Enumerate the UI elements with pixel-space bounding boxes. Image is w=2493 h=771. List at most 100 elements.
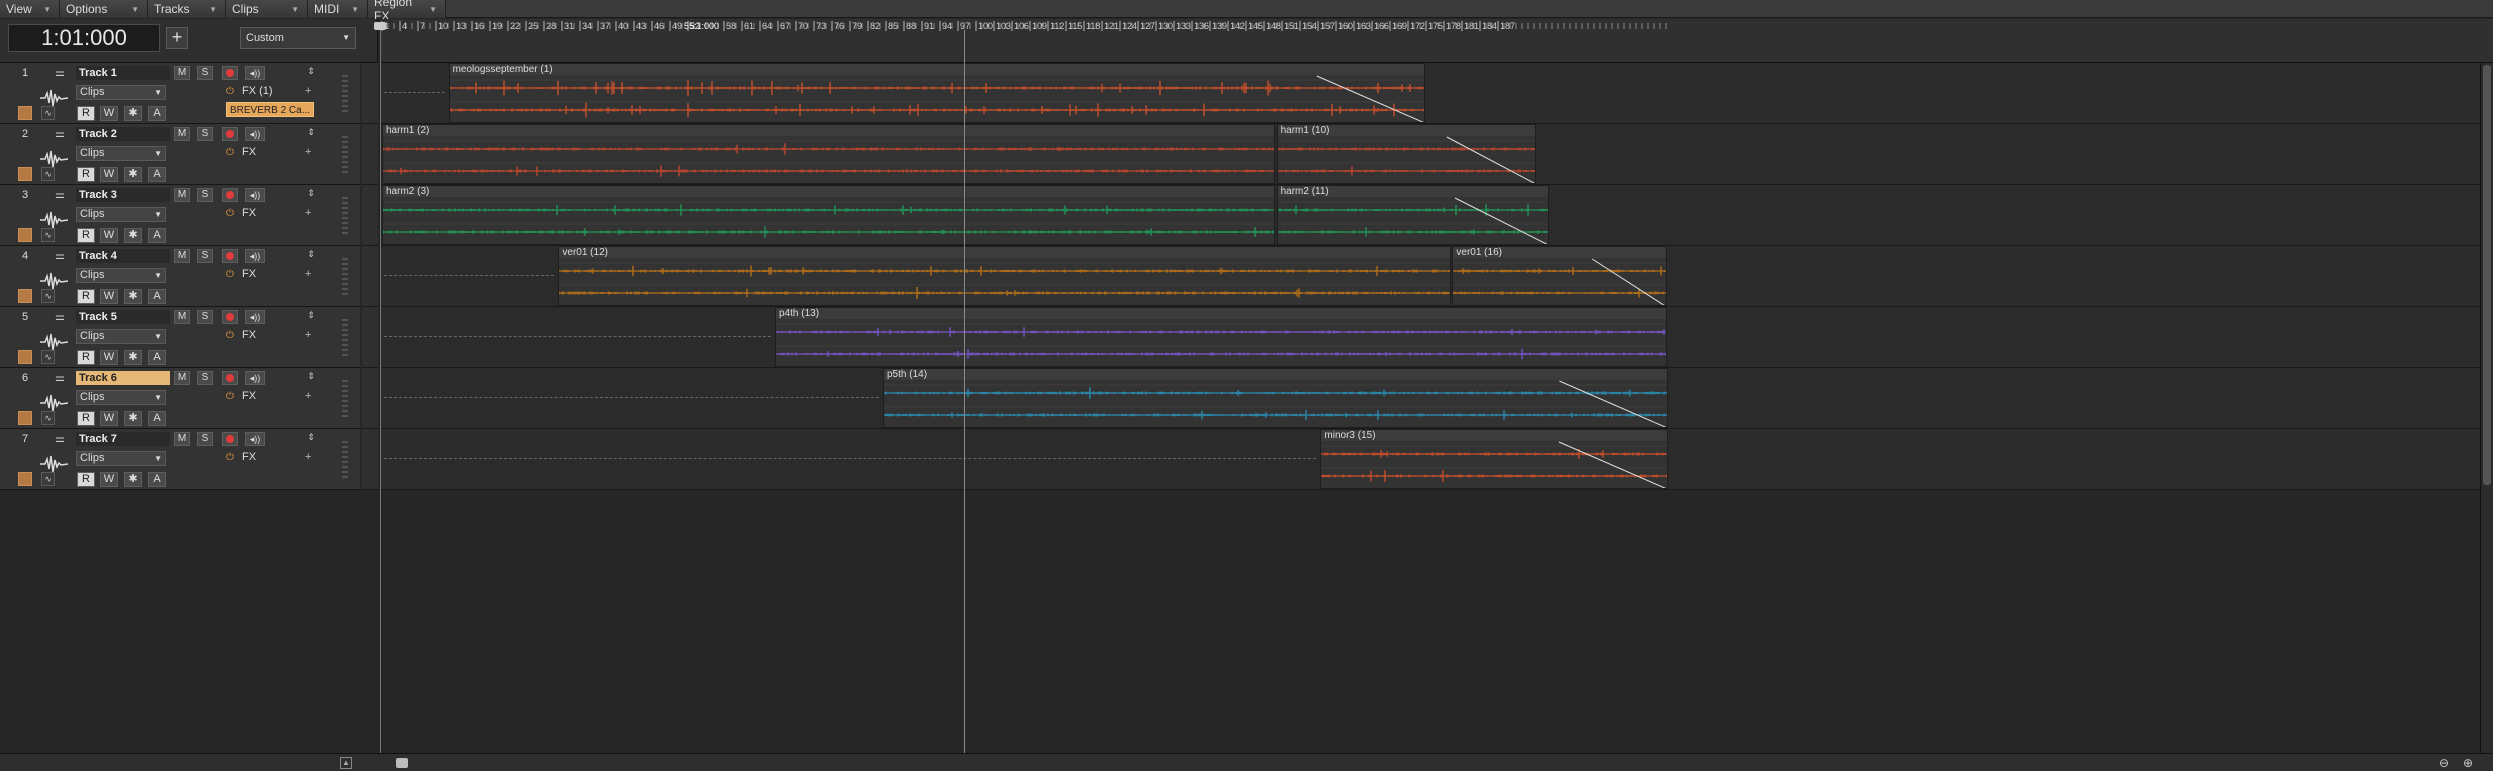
vertical-scrollbar[interactable] — [2480, 63, 2493, 753]
fx-bin-label[interactable]: FX — [242, 390, 256, 402]
audio-clip[interactable]: harm2 (3) — [382, 185, 1275, 245]
track-mode-select[interactable]: Clips ▼ — [76, 451, 166, 466]
write-automation-button[interactable]: W — [100, 106, 118, 121]
add-track-button[interactable]: + — [166, 27, 188, 49]
zoom-out-icon[interactable]: ⊖ — [2437, 756, 2451, 770]
record-arm-button[interactable] — [222, 432, 238, 446]
speaker-icon[interactable]: ◂)) — [245, 249, 265, 263]
fx-add-icon[interactable]: + — [305, 85, 311, 97]
fx-power-icon[interactable]: ⏻ — [226, 331, 236, 341]
playhead-cursor[interactable] — [964, 30, 965, 753]
track-name-field[interactable]: Track 6 — [76, 371, 170, 385]
track-mode-select[interactable]: Clips ▼ — [76, 85, 166, 100]
record-arm-button[interactable] — [222, 66, 238, 80]
track-lane[interactable]: p5th (14) — [380, 368, 2493, 429]
collapse-icon[interactable]: ⇕ — [305, 188, 317, 200]
edit-filter-icon[interactable] — [18, 167, 32, 181]
lane-expand-icon[interactable]: ▲ — [340, 757, 352, 769]
archive-button[interactable]: A — [148, 289, 166, 304]
fx-bin-label[interactable]: FX (1) — [242, 85, 273, 97]
fx-add-icon[interactable]: + — [305, 207, 311, 219]
track-name-field[interactable]: Track 2 — [76, 127, 170, 141]
track-mode-select[interactable]: Clips ▼ — [76, 146, 166, 161]
collapse-icon[interactable]: ⇕ — [305, 66, 317, 78]
input-echo-button[interactable]: ✱ — [124, 411, 142, 426]
track-lane[interactable]: harm2 (3) harm2 (11) — [380, 185, 2493, 246]
automation-envelope-icon[interactable]: ∿ — [41, 167, 55, 181]
track-mode-select[interactable]: Clips ▼ — [76, 207, 166, 222]
archive-button[interactable]: A — [148, 350, 166, 365]
write-automation-button[interactable]: W — [100, 289, 118, 304]
track-mode-select[interactable]: Clips ▼ — [76, 390, 166, 405]
input-echo-button[interactable]: ✱ — [124, 350, 142, 365]
input-echo-button[interactable]: ✱ — [124, 106, 142, 121]
fx-power-icon[interactable]: ⏻ — [226, 209, 236, 219]
solo-button[interactable]: S — [197, 66, 213, 80]
solo-button[interactable]: S — [197, 371, 213, 385]
collapse-icon[interactable]: ⇕ — [305, 432, 317, 444]
mute-button[interactable]: M — [174, 188, 190, 202]
vertical-scrollbar-thumb[interactable] — [2483, 65, 2491, 485]
sliders-icon[interactable]: ⚌ — [55, 432, 69, 445]
archive-button[interactable]: A — [148, 411, 166, 426]
fx-bin-label[interactable]: FX — [242, 146, 256, 158]
track-lane[interactable]: minor3 (15) — [380, 429, 2493, 490]
track-lane[interactable]: meologsseptember (1) — [380, 63, 2493, 124]
track-name-field[interactable]: Track 3 — [76, 188, 170, 202]
audio-clip[interactable]: harm1 (10) — [1276, 124, 1537, 184]
record-arm-button[interactable] — [222, 249, 238, 263]
mute-button[interactable]: M — [174, 249, 190, 263]
track-mode-select[interactable]: Clips ▼ — [76, 329, 166, 344]
fx-bin-label[interactable]: FX — [242, 451, 256, 463]
archive-button[interactable]: A — [148, 106, 166, 121]
fx-add-icon[interactable]: + — [305, 146, 311, 158]
audio-clip[interactable]: harm1 (2) — [382, 124, 1275, 184]
track-lane[interactable]: ver01 (12) ver01 (16) — [380, 246, 2493, 307]
read-automation-button[interactable]: R — [77, 350, 95, 365]
timeline-ruler[interactable]: 1 4 7 10 13 16 19 22 25 28 31 34 37 40 43 46 49 52 58 61 64 6… — [380, 19, 2493, 63]
read-automation-button[interactable]: R — [77, 228, 95, 243]
read-automation-button[interactable]: R — [77, 472, 95, 487]
sliders-icon[interactable]: ⚌ — [55, 249, 69, 262]
write-automation-button[interactable]: W — [100, 411, 118, 426]
archive-button[interactable]: A — [148, 472, 166, 487]
edit-filter-icon[interactable] — [18, 411, 32, 425]
track-name-field[interactable]: Track 7 — [76, 432, 170, 446]
zoom-in-icon[interactable]: ⊕ — [2461, 756, 2475, 770]
input-echo-button[interactable]: ✱ — [124, 228, 142, 243]
sliders-icon[interactable]: ⚌ — [55, 127, 69, 140]
automation-envelope-icon[interactable]: ∿ — [41, 472, 55, 486]
solo-button[interactable]: S — [197, 310, 213, 324]
speaker-icon[interactable]: ◂)) — [245, 371, 265, 385]
audio-clip[interactable]: minor3 (15) — [1320, 429, 1669, 489]
mute-button[interactable]: M — [174, 371, 190, 385]
mute-button[interactable]: M — [174, 432, 190, 446]
view-preset-select[interactable]: Custom ▼ — [240, 27, 356, 49]
collapse-icon[interactable]: ⇕ — [305, 249, 317, 261]
solo-button[interactable]: S — [197, 249, 213, 263]
read-automation-button[interactable]: R — [77, 167, 95, 182]
edit-filter-icon[interactable] — [18, 472, 32, 486]
collapse-icon[interactable]: ⇕ — [305, 127, 317, 139]
fx-power-icon[interactable]: ⏻ — [226, 148, 236, 158]
menu-clips[interactable]: Clips ▼ — [226, 0, 308, 18]
menu-region-fx[interactable]: Region FX ▼ — [368, 0, 446, 23]
solo-button[interactable]: S — [197, 127, 213, 141]
edit-filter-icon[interactable] — [18, 350, 32, 364]
speaker-icon[interactable]: ◂)) — [245, 66, 265, 80]
write-automation-button[interactable]: W — [100, 228, 118, 243]
record-arm-button[interactable] — [222, 127, 238, 141]
horizontal-scrollbar-thumb[interactable] — [396, 758, 408, 768]
sliders-icon[interactable]: ⚌ — [55, 66, 69, 79]
automation-envelope-icon[interactable]: ∿ — [41, 228, 55, 242]
fx-add-icon[interactable]: + — [305, 329, 311, 341]
write-automation-button[interactable]: W — [100, 350, 118, 365]
automation-envelope-icon[interactable]: ∿ — [41, 350, 55, 364]
menu-midi[interactable]: MIDI ▼ — [308, 0, 368, 18]
fx-power-icon[interactable]: ⏻ — [226, 392, 236, 402]
read-automation-button[interactable]: R — [77, 411, 95, 426]
fx-power-icon[interactable]: ⏻ — [226, 87, 236, 97]
track-name-field[interactable]: Track 1 — [76, 66, 170, 80]
write-automation-button[interactable]: W — [100, 167, 118, 182]
speaker-icon[interactable]: ◂)) — [245, 310, 265, 324]
